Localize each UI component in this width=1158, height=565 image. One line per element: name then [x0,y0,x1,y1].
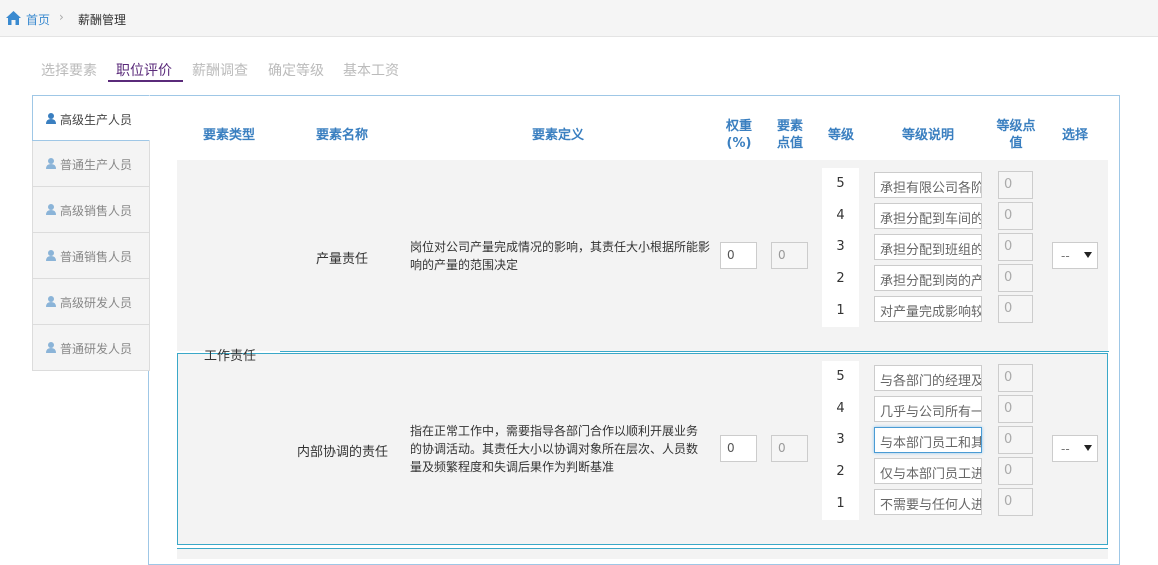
sidebar-item-label: 高级生产人员 [60,113,133,127]
sidebar-item-senior-sales[interactable]: 高级销售人员 [32,187,150,233]
header-element-type: 要素类型 [202,128,255,143]
element-type-label: 工作责任 [204,349,257,364]
header-weight: 权重 (%) [720,118,758,152]
position-sidebar: 高级生产人员 普通生产人员 高级销售人员 普通销售人员 高级研发人员 普通研发人… [32,95,150,371]
header-level-points-line1: 等级点 [996,119,1036,134]
step-select-elements[interactable]: 选择要素 [41,60,97,80]
level-points-field: 0 [998,233,1033,261]
level-points-field: 0 [998,457,1033,485]
level-description-input[interactable]: 承担有限公司各阶 [874,172,982,198]
user-icon [46,204,56,215]
element-points-field: 0 [771,435,808,462]
header-level-points-line2: 值 [1009,136,1023,151]
breadcrumb-current: 薪酬管理 [78,13,127,27]
element-points-field: 0 [771,242,808,269]
level-description-input[interactable]: 几乎与公司所有一 [874,396,982,422]
level-select-value: -- [1061,442,1070,456]
level-number: 3 [836,432,845,447]
level-number: 1 [836,303,845,318]
level-points-field: 0 [998,395,1033,423]
header-select: 选择 [1061,128,1088,143]
element-row-group [177,548,1108,559]
sidebar-item-regular-rd[interactable]: 普通研发人员 [32,325,150,371]
header-weight-line1: 权重 [725,119,752,134]
breadcrumb-home-link[interactable]: 首页 [26,11,50,28]
active-step-underline [108,80,183,82]
weight-input[interactable]: 0 [720,242,757,269]
level-select-value: -- [1061,249,1070,263]
level-number: 2 [836,271,845,286]
header-element-points: 要素 点值 [772,118,808,152]
level-number: 5 [836,369,845,384]
header-element-definition: 要素定义 [531,128,584,143]
chevron-right-icon: › [59,10,64,24]
type-divider [280,351,1109,352]
level-description-input[interactable]: 不需要与任何人进 [874,489,982,515]
sidebar-item-label: 高级研发人员 [60,296,133,310]
step-salary-survey[interactable]: 薪酬调查 [192,60,248,80]
sidebar-item-regular-sales[interactable]: 普通销售人员 [32,233,150,279]
level-number: 1 [836,496,845,511]
dropdown-arrow-icon [1084,445,1092,451]
level-description-input[interactable]: 承担分配到岗的产 [874,265,982,291]
user-icon [46,342,56,353]
step-determine-grade[interactable]: 确定等级 [268,60,324,80]
sidebar-item-label: 普通研发人员 [60,342,133,356]
user-icon [46,113,56,124]
level-number: 4 [836,401,845,416]
user-icon [46,250,56,261]
level-points-field: 0 [998,364,1033,392]
sidebar-item-label: 普通销售人员 [60,250,133,264]
level-description-input[interactable]: 对产量完成影响较 [874,296,982,322]
weight-input[interactable]: 0 [720,435,757,462]
element-definition: 岗位对公司产量完成情况的影响，其责任大小根据所能影响的产量的范围决定 [410,240,711,272]
level-number: 3 [836,239,845,254]
home-icon[interactable] [6,11,21,25]
level-description-input[interactable]: 承担分配到车间的 [874,203,982,229]
breadcrumb-bar: 首页 › 薪酬管理 [0,0,1158,37]
sidebar-item-label: 高级销售人员 [60,204,133,218]
sidebar-item-regular-production[interactable]: 普通生产人员 [32,141,150,187]
level-description-input[interactable]: 承担分配到班组的 [874,234,982,260]
header-points-line1: 要素 [776,119,803,134]
sidebar-item-label: 普通生产人员 [60,158,133,172]
level-points-field: 0 [998,264,1033,292]
level-description-input[interactable]: 与本部门员工和其 [874,427,982,453]
level-points-field: 0 [998,426,1033,454]
level-description-input[interactable]: 与各部门的经理及 [874,365,982,391]
user-icon [46,296,56,307]
level-points-field: 0 [998,488,1033,516]
step-base-salary[interactable]: 基本工资 [343,60,399,80]
header-level: 等级 [827,128,854,143]
level-column: 5 4 3 2 1 [822,361,859,520]
element-name: 内部协调的责任 [297,445,389,460]
level-number: 4 [836,208,845,223]
level-column: 5 4 3 2 1 [822,168,859,327]
level-description-input[interactable]: 仅与本部门员工进 [874,458,982,484]
level-points-field: 0 [998,202,1033,230]
step-job-evaluation[interactable]: 职位评价 [116,60,172,80]
level-select[interactable]: -- [1052,435,1098,462]
header-element-name: 要素名称 [315,128,368,143]
element-definition: 指在正常工作中，需要指导各部门合作以顺利开展业务的协调活动。其责任大小以协调对象… [410,424,699,474]
user-icon [46,158,56,169]
dropdown-arrow-icon [1084,252,1092,258]
level-number: 2 [836,464,845,479]
header-weight-line2: (%) [726,136,752,151]
level-select[interactable]: -- [1052,242,1098,269]
element-name: 产量责任 [316,252,369,267]
header-points-line2: 点值 [776,136,803,151]
level-number: 5 [836,176,845,191]
sidebar-item-senior-production[interactable]: 高级生产人员 [32,95,150,141]
header-level-description: 等级说明 [901,128,954,143]
header-level-points: 等级点 值 [993,118,1039,152]
level-points-field: 0 [998,171,1033,199]
level-points-field: 0 [998,295,1033,323]
sidebar-item-senior-rd[interactable]: 高级研发人员 [32,279,150,325]
